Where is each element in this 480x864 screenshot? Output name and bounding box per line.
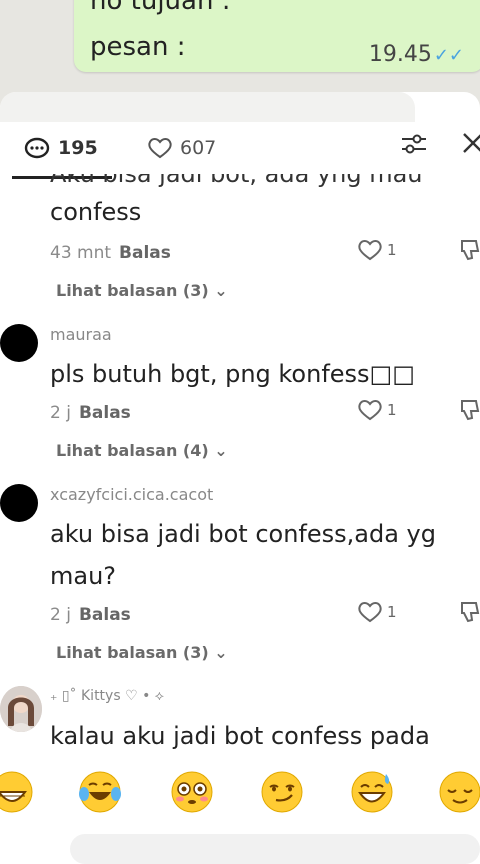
view-replies-label: Lihat balasan (3) xyxy=(56,281,209,300)
smirk-emoji-icon[interactable] xyxy=(260,770,304,814)
grinning-emoji-icon[interactable] xyxy=(0,770,34,814)
comment-text: kalau aku jadi bot confess pada xyxy=(50,722,430,750)
comment-username[interactable]: ₊ ▯˚ Kittys ♡ • ⟡ xyxy=(50,688,164,704)
relieved-emoji-icon[interactable] xyxy=(438,770,480,814)
avatar[interactable] xyxy=(0,324,38,362)
like-count: 1 xyxy=(387,401,397,419)
comment-text: confess xyxy=(50,198,142,226)
view-replies-label: Lihat balasan (3) xyxy=(56,643,209,662)
message-line-1: no tujuan : xyxy=(90,0,231,16)
comment-username[interactable]: mauraa xyxy=(50,325,112,344)
message-line-2: pesan : xyxy=(90,32,186,62)
heart-icon xyxy=(358,400,382,421)
sheet-handle-area xyxy=(0,92,415,122)
comment-meta: 2 j Balas xyxy=(50,605,131,625)
chevron-down-icon: ⌄ xyxy=(214,441,228,460)
like-button[interactable]: 1 xyxy=(356,238,397,262)
comment-text: pls butuh bgt, png konfess□□ xyxy=(50,360,415,388)
avatar[interactable] xyxy=(0,484,38,522)
message-time-text: 19.45 xyxy=(368,42,432,67)
tab-likes[interactable]: 607 xyxy=(146,120,216,176)
dislike-icon[interactable] xyxy=(458,398,480,422)
like-count: 1 xyxy=(387,603,397,621)
filter-icon[interactable] xyxy=(400,130,428,158)
comment-meta: 2 j Balas xyxy=(50,403,131,423)
reply-button[interactable]: Balas xyxy=(79,605,131,625)
comment-time: 2 j xyxy=(50,403,71,423)
likes-count: 607 xyxy=(180,137,217,159)
message-time: 19.45 ✓✓ xyxy=(369,42,464,67)
avatar[interactable] xyxy=(0,686,42,732)
avatar-photo-icon xyxy=(0,686,42,732)
like-count: 1 xyxy=(387,241,397,259)
read-ticks-icon: ✓✓ xyxy=(433,45,464,66)
comment-time: 2 j xyxy=(50,605,71,625)
dislike-icon[interactable] xyxy=(458,600,480,624)
chat-message-bubble: no tujuan : pesan : 19.45 ✓✓ xyxy=(74,0,480,72)
tab-comments[interactable]: 195 xyxy=(24,120,98,176)
joy-emoji-icon[interactable] xyxy=(78,770,122,814)
view-replies-link[interactable]: Lihat balasan (4) ⌄ xyxy=(56,441,228,460)
heart-icon xyxy=(358,602,382,623)
reply-button[interactable]: Balas xyxy=(79,403,131,423)
comments-count: 195 xyxy=(58,137,98,159)
comment-text-line-1: aku bisa jadi bot confess,ada yg xyxy=(50,520,436,548)
like-button[interactable]: 1 xyxy=(356,398,397,422)
view-replies-link[interactable]: Lihat balasan (3) ⌄ xyxy=(56,643,228,662)
heart-icon xyxy=(148,138,172,159)
reply-button[interactable]: Balas xyxy=(119,243,171,263)
like-button[interactable]: 1 xyxy=(356,600,397,624)
comment-input[interactable] xyxy=(70,834,480,864)
flushed-emoji-icon[interactable] xyxy=(170,770,214,814)
comment-text-line-2: mau? xyxy=(50,562,117,590)
comment-meta: 43 mnt Balas xyxy=(50,243,171,263)
view-replies-label: Lihat balasan (4) xyxy=(56,441,209,460)
chevron-down-icon: ⌄ xyxy=(214,643,228,662)
comment-bubble-icon xyxy=(24,137,50,159)
heart-icon xyxy=(358,240,382,261)
comment-time: 43 mnt xyxy=(50,243,112,263)
dislike-icon[interactable] xyxy=(458,238,480,262)
comment-username[interactable]: xcazyfcici.cica.cacot xyxy=(50,485,213,504)
emoji-quick-bar xyxy=(0,764,480,820)
view-replies-link[interactable]: Lihat balasan (3) ⌄ xyxy=(56,281,228,300)
sweat-smile-emoji-icon[interactable] xyxy=(350,770,394,814)
chevron-down-icon: ⌄ xyxy=(214,281,228,300)
close-icon[interactable] xyxy=(460,130,480,156)
